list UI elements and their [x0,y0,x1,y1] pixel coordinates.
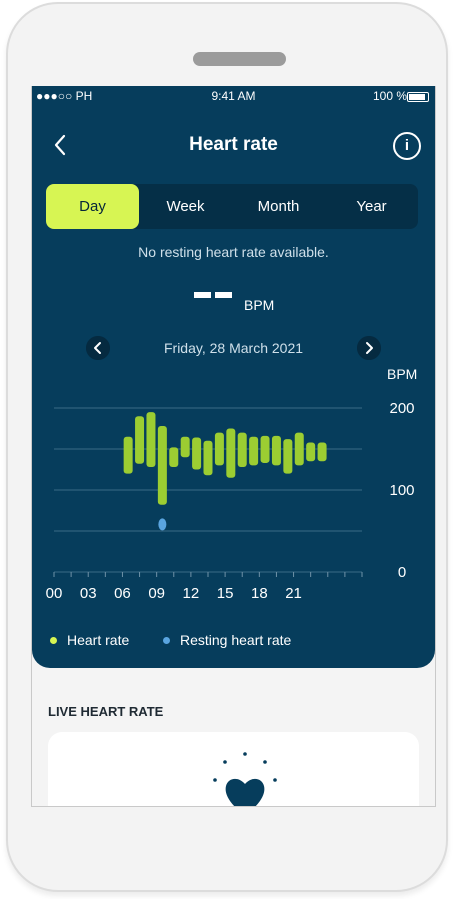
legend-resting-heart-rate: Resting heart rate [163,632,291,648]
x-tick-label: 18 [251,585,268,602]
heart-rate-bar [249,436,259,466]
heart-rate-bar [192,437,202,470]
x-tick-label: 15 [217,585,234,602]
tab-month[interactable]: Month [232,184,325,229]
heart-rate-panel: ●●●○○ PH 9:41 AM 100 % Heart rate i Day … [32,86,435,668]
heart-rate-bar [226,428,236,478]
tab-year[interactable]: Year [325,184,418,229]
heart-rate-bar [237,432,247,468]
live-heart-rate-card[interactable] [48,732,419,806]
heart-rate-bar [203,440,213,476]
x-tick-label: 21 [285,585,302,602]
top-nav: Heart rate i [32,126,435,166]
app-screen: ●●●○○ PH 9:41 AM 100 % Heart rate i Day … [31,86,436,807]
heart-rate-bar [180,436,190,458]
y-tick-label: 100 [389,482,414,499]
legend-resting-label: Resting heart rate [180,632,292,648]
y-axis-unit: BPM [387,366,418,382]
legend-heart-rate: Heart rate [50,632,129,648]
tab-week[interactable]: Week [139,184,232,229]
heart-pulse-icon [213,752,277,806]
x-tick-label: 12 [183,585,200,602]
battery-percent: 100 % [372,89,407,103]
bpm-unit: BPM [244,297,275,313]
x-tick-label: 09 [148,585,165,602]
heart-rate-bar [306,442,316,462]
tab-day[interactable]: Day [46,184,139,229]
heart-rate-bar [146,412,156,468]
x-tick-label: 00 [46,585,63,602]
phone-speaker [193,52,286,66]
next-day-button[interactable] [357,336,381,360]
resting-heart-rate-point [158,518,167,531]
heart-rate-bar [271,435,281,466]
period-tabs: Day Week Month Year [46,184,418,229]
resting-dot-icon [163,637,170,644]
heart-rate-chart: 0 100 200 00 03 06 09 12 15 18 21 [46,400,415,602]
heart-rate-bar [123,436,133,474]
heart-rate-bar [157,426,167,505]
y-tick-label: 200 [389,400,414,417]
heart-rate-bar [135,416,145,464]
y-tick-label: 0 [398,564,406,581]
page-title: Heart rate [189,134,278,155]
x-tick-label: 06 [114,585,131,602]
heart-rate-bar [214,432,224,466]
heart-rate-bar [317,442,327,462]
heart-rate-dot-icon [50,637,57,644]
heart-rate-bar [260,435,270,463]
info-icon[interactable]: i [393,132,421,160]
live-heart-rate-title: LIVE HEART RATE [48,704,164,719]
heart-rate-bar [294,432,304,466]
heart-rate-bar [283,439,293,474]
legend-heart-rate-label: Heart rate [67,632,130,648]
resting-note: No resting heart rate available. [138,244,329,260]
x-tick-label: 03 [80,585,97,602]
bpm-value-placeholder [194,292,234,298]
status-bar: ●●●○○ PH 9:41 AM 100 % [32,86,435,106]
battery-icon [407,92,429,102]
heart-rate-bar [169,447,179,468]
